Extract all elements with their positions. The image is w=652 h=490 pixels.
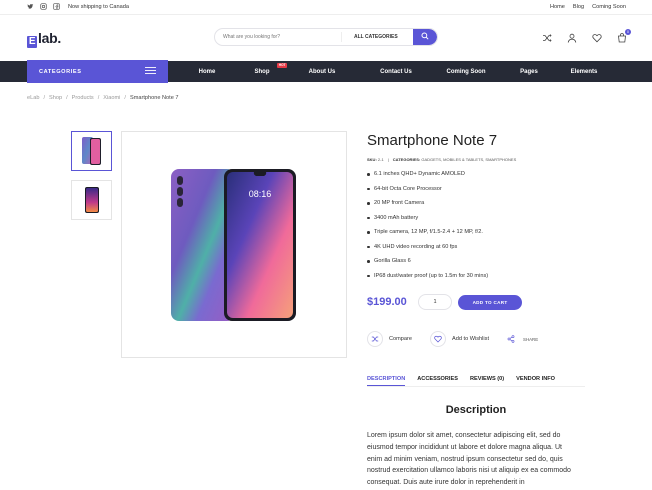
social-links [27,3,60,10]
product-actions: Compare Add to Wishlist SHARE [367,331,538,347]
categories-label: CATEGORIES [39,68,82,75]
wishlist-button[interactable]: Add to Wishlist [430,331,489,347]
wishlist-label: Add to Wishlist [452,336,490,342]
quantity-input[interactable] [418,294,452,310]
tab-reviews[interactable]: REVIEWS (0) [470,376,504,386]
compare-button[interactable]: Compare [367,331,412,347]
search-input[interactable] [215,29,341,45]
main-nav: CATEGORIES Home Shop HOT About Us Contact… [0,60,652,83]
description-text: Lorem ipsum dolor sit amet, consectetur … [367,432,571,487]
search-category-select[interactable]: ALL CATEGORIES [341,32,413,42]
tab-vendor-info[interactable]: VENDOR INFO [516,376,555,386]
logo-mark: E [27,36,37,48]
categories-button[interactable]: CATEGORIES [27,60,168,83]
heart-icon [430,331,447,347]
facebook-icon[interactable] [53,3,60,10]
main-product-image[interactable]: 08:16 [121,131,347,358]
feature-item: Triple camera, 12 MP, f/1.5-2.4 + 12 MP,… [367,225,488,240]
top-links: Home Blog Coming Soon [550,4,626,10]
product-title: Smartphone Note 7 [367,132,498,149]
heart-icon[interactable] [591,32,603,44]
compare-label: Compare [389,336,413,342]
phone-front-thumbnail [84,187,99,213]
hot-badge: HOT [277,62,287,68]
nav-item-about[interactable]: About Us [278,69,366,75]
nav-item-pages[interactable]: Pages [506,69,552,75]
cart-count-badge: 0 [625,29,631,35]
breadcrumb: eLab / Shop / Products / Xiaomi / Smartphone… [27,95,179,101]
shipping-notice: Now shipping to Canada [68,4,129,10]
search-button[interactable] [413,29,437,45]
site-logo[interactable]: Elab. [27,30,61,48]
nav-item-coming-soon[interactable]: Coming Soon [426,69,506,75]
nav-item-elements[interactable]: Elements [552,69,616,75]
tab-divider [367,386,585,387]
nav-item-home[interactable]: Home [168,69,246,75]
description-title: Description [445,404,507,416]
breadcrumb-link[interactable]: eLab [27,95,39,101]
tab-accessories[interactable]: ACCESSORIES [417,376,458,386]
compare-icon [367,331,383,347]
product-tabs: DESCRIPTION ACCESSORIES REVIEWS (0) VEND… [367,376,555,386]
twitter-icon[interactable] [27,3,34,10]
logo-text: lab. [38,30,61,46]
search-icon [421,32,429,42]
breadcrumb-current: Smartphone Note 7 [129,95,179,101]
svg-text:08:16: 08:16 [249,189,272,199]
instagram-icon[interactable] [40,3,47,10]
categories-meta-label: CATEGORIES: [392,157,421,162]
menu-icon [145,67,156,76]
thumbnail-2[interactable] [71,180,112,220]
top-link-blog[interactable]: Blog [573,4,584,10]
nav-item-shop[interactable]: Shop HOT [246,62,287,75]
breadcrumb-link[interactable]: Shop [49,95,62,101]
share-icon [507,334,515,344]
tab-description[interactable]: DESCRIPTION [367,376,406,386]
share-button[interactable]: SHARE [507,334,539,344]
product-meta: SKU: 2-1 | CATEGORIES: GADGETS, MOBILES … [367,157,517,162]
breadcrumb-link[interactable]: Xiaomi [103,95,120,101]
top-link-home[interactable]: Home [550,4,565,10]
search-bar: ALL CATEGORIES [214,28,438,46]
smartphone-image: 08:16 [171,169,296,321]
nav-item-shop-label: Shop [254,68,270,75]
breadcrumb-link[interactable]: Products [72,95,94,101]
site-header: Elab. ALL CATEGORIES 0 [0,15,652,61]
add-to-cart-button[interactable]: ADD TO CART [458,295,522,310]
nav-items: Home Shop HOT About Us Contact Us Coming … [168,61,628,82]
feature-item: 3400 mAh battery [367,211,488,226]
top-bar: Now shipping to Canada Home Blog Coming … [0,0,652,15]
sku-value: 2-1 [377,157,384,162]
cart-icon[interactable]: 0 [616,29,631,44]
phone-back-thumbnail [81,137,101,165]
header-actions: 0 [541,29,631,44]
share-label: SHARE [523,336,539,342]
nav-item-contact[interactable]: Contact Us [366,69,426,75]
product-price: $199.00 [367,296,407,308]
sku-label: SKU: [367,157,377,162]
feature-item: 6.1 inches QHD+ Dynamic AMOLED [367,167,488,182]
shuffle-icon[interactable] [541,32,553,44]
user-icon[interactable] [566,32,578,44]
feature-item: IP68 dust/water proof (up to 1.5m for 30… [367,269,488,284]
feature-list: 6.1 inches QHD+ Dynamic AMOLED 64-bit Oc… [367,167,488,283]
feature-item: 4K UHD video recording at 60 fps [367,240,488,255]
categories-meta-value[interactable]: GADGETS, MOBILES & TABLETS, SMARTPHONES [421,157,516,162]
feature-item: Gorilla Glass 6 [367,254,488,269]
feature-item: 20 MP front Camera [367,196,488,211]
top-link-coming-soon[interactable]: Coming Soon [592,4,626,10]
feature-item: 64-bit Octa Core Processor [367,182,488,197]
thumbnail-1[interactable] [71,131,112,171]
